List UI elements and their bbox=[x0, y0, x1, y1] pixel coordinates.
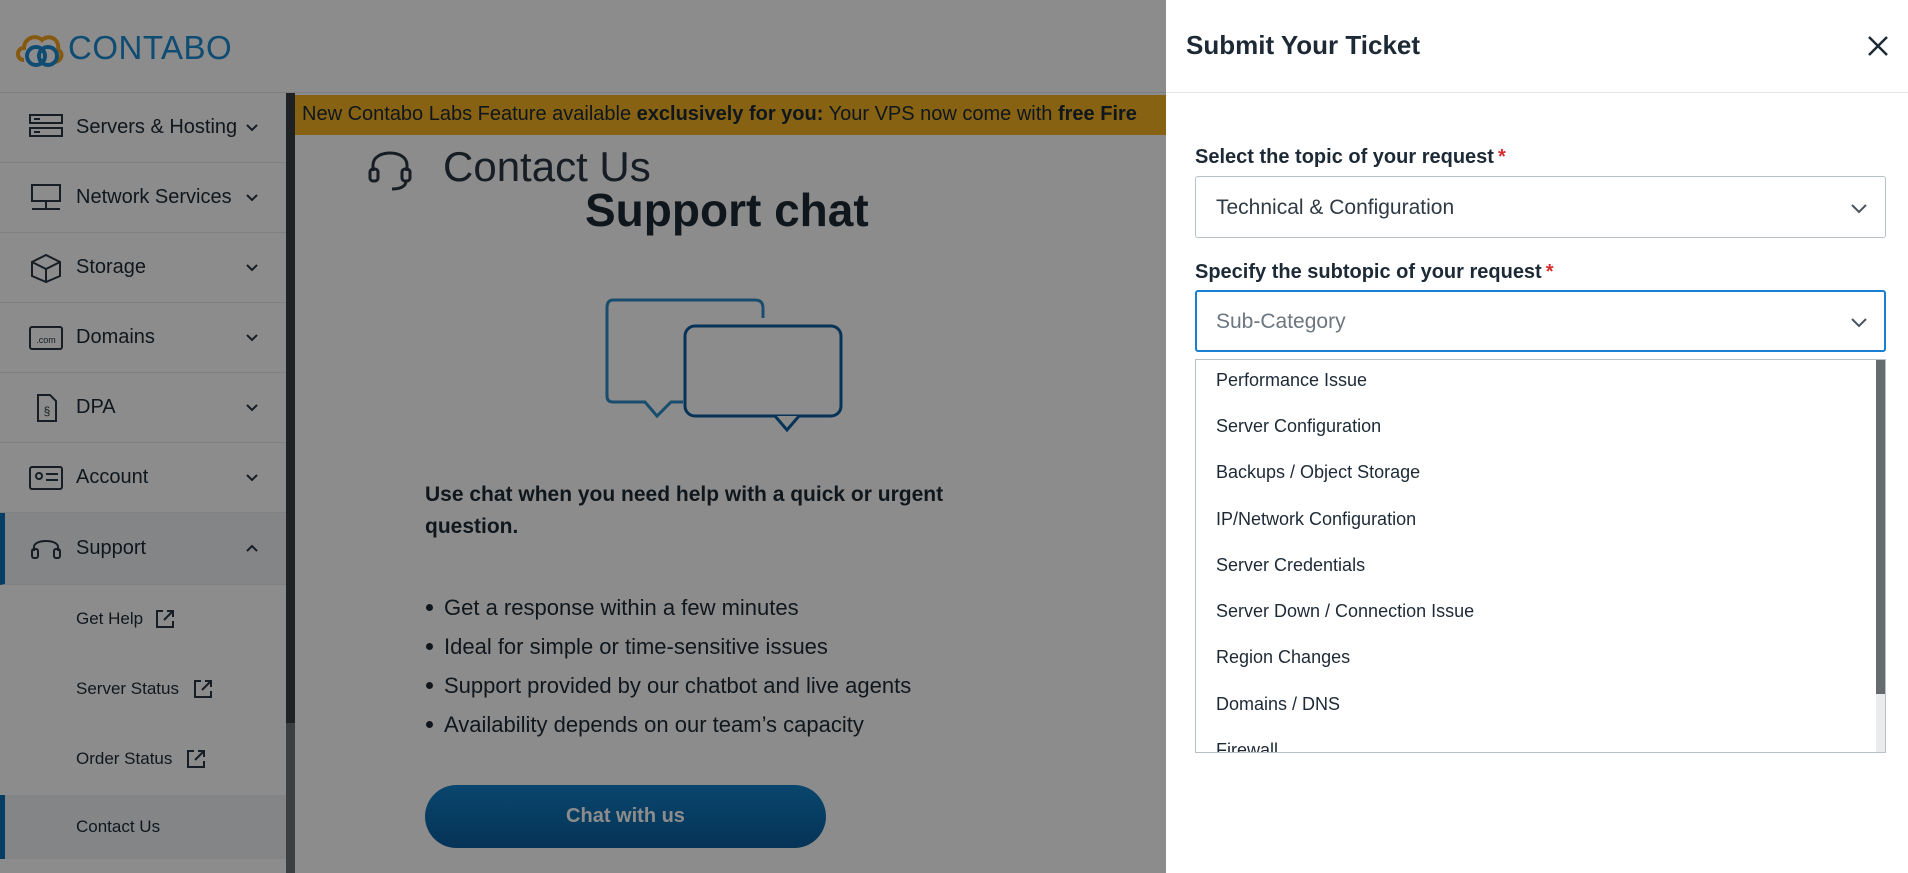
dropdown-option[interactable]: Firewall bbox=[1196, 730, 1876, 752]
drawer-header: Submit Your Ticket bbox=[1166, 0, 1908, 93]
subtopic-placeholder: Sub-Category bbox=[1216, 310, 1346, 333]
subtopic-label: Specify the subtopic of your request * bbox=[1195, 261, 1554, 284]
dropdown-option[interactable]: Server Down / Connection Issue bbox=[1196, 591, 1876, 637]
dropdown-option[interactable]: Performance Issue bbox=[1196, 360, 1876, 406]
subtopic-label-text: Specify the subtopic of your request bbox=[1195, 261, 1542, 283]
chevron-down-icon bbox=[1851, 318, 1867, 328]
topic-select-value: Technical & Configuration bbox=[1216, 196, 1455, 219]
close-icon[interactable] bbox=[1864, 32, 1892, 60]
topic-select[interactable]: Technical & Configuration bbox=[1195, 176, 1886, 238]
scrollbar-thumb[interactable] bbox=[1876, 360, 1885, 694]
dropdown-option[interactable]: Server Credentials bbox=[1196, 545, 1876, 591]
submit-ticket-drawer: Submit Your Ticket Select the topic of y… bbox=[1166, 0, 1908, 873]
required-mark: * bbox=[1545, 261, 1554, 283]
dropdown-option[interactable]: Region Changes bbox=[1196, 637, 1876, 683]
dropdown-option[interactable]: IP/Network Configuration bbox=[1196, 499, 1876, 545]
chevron-down-icon bbox=[1851, 204, 1867, 214]
dropdown-option[interactable]: Backups / Object Storage bbox=[1196, 452, 1876, 498]
dropdown-scrollbar[interactable] bbox=[1876, 360, 1885, 752]
modal-overlay[interactable] bbox=[0, 0, 1166, 873]
subtopic-select[interactable]: Sub-Category bbox=[1195, 290, 1886, 352]
dropdown-option[interactable]: Domains / DNS bbox=[1196, 684, 1876, 730]
drawer-title: Submit Your Ticket bbox=[1186, 30, 1421, 60]
subtopic-dropdown-menu: Performance Issue Server Configuration B… bbox=[1195, 359, 1886, 753]
dropdown-option[interactable]: Server Configuration bbox=[1196, 406, 1876, 452]
topic-label: Select the topic of your request * bbox=[1195, 146, 1506, 169]
topic-label-text: Select the topic of your request bbox=[1195, 146, 1494, 168]
required-mark: * bbox=[1497, 146, 1506, 168]
